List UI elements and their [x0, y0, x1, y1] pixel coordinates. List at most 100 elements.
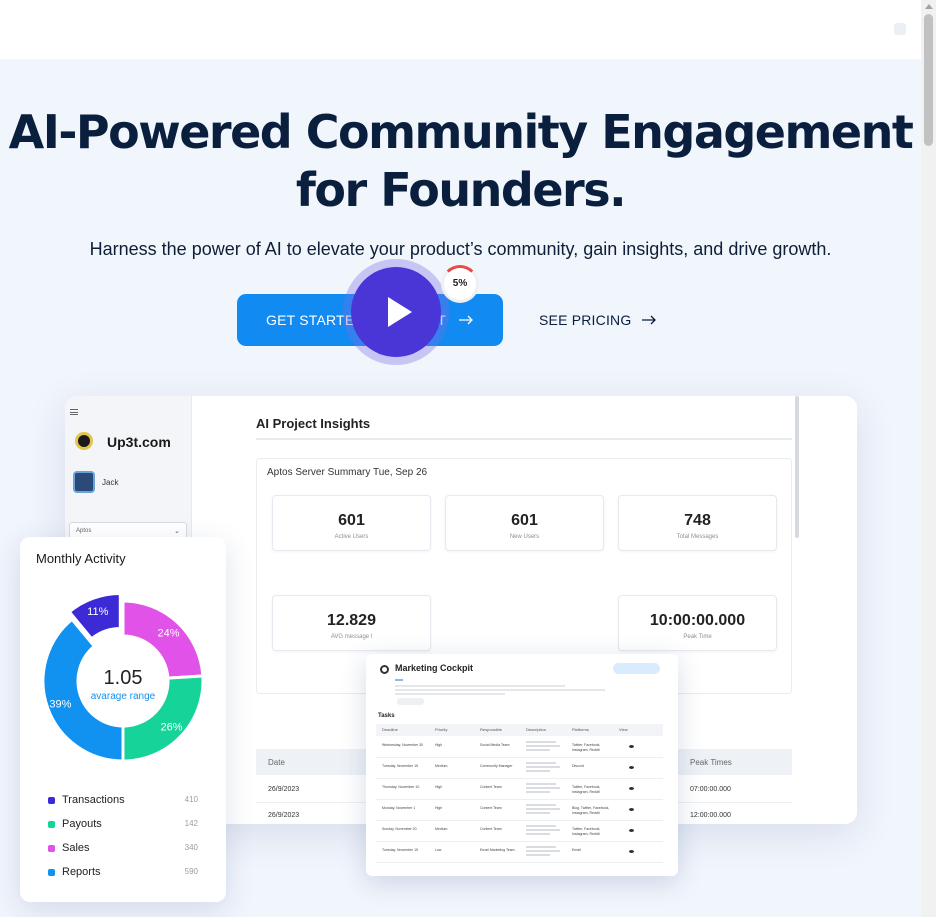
- eye-icon[interactable]: [629, 850, 634, 853]
- table-cell: Thursday, November 10: [382, 785, 420, 789]
- table-cell: Monday, November 1: [382, 806, 416, 810]
- legend-value: 410: [184, 795, 198, 804]
- table-cell: Community Manager: [480, 764, 513, 768]
- table-cell: High: [435, 785, 443, 789]
- table-cell: Social Media Team: [480, 743, 510, 747]
- legend-item: Sales 340: [48, 841, 198, 855]
- stat-value: 12.829: [327, 612, 376, 629]
- table-cell: 07:00:00.000: [690, 786, 731, 793]
- donut-slice-label: 26%: [160, 722, 182, 734]
- table-cell: Content Team: [480, 827, 502, 831]
- table-cell: Email: [572, 848, 581, 852]
- menu-toggle-icon[interactable]: [894, 23, 906, 35]
- scroll-thumb[interactable]: [924, 14, 933, 146]
- page-scrollbar[interactable]: [921, 0, 936, 917]
- chevron-down-icon: ⌄: [174, 528, 180, 535]
- tasks-table-header: Deadline Priority Responsible Descriptio…: [376, 724, 663, 736]
- tasks-label: Tasks: [378, 713, 395, 719]
- legend-value: 142: [184, 819, 198, 828]
- brand-name: Up3t.com: [107, 434, 171, 450]
- table-cell: Wednesday, November 30: [382, 743, 424, 747]
- date-tag: [397, 698, 424, 705]
- stat-value: 10:00:00.000: [649, 612, 746, 629]
- percent-indicator: 5%: [441, 265, 479, 303]
- column-header: Responsible: [480, 727, 503, 732]
- donut-slice-label: 11%: [87, 606, 108, 618]
- table-row: Tuesday, November 15 Low Email Marketing T…: [376, 842, 663, 863]
- stat-label: Total Messages: [676, 534, 719, 540]
- table-row: Tuesday, November 15 Medium Community Mana…: [376, 758, 663, 779]
- legend-label: Payouts: [62, 818, 102, 830]
- donut-slice-label: 24%: [158, 628, 180, 640]
- table-cell: Content Team: [480, 785, 502, 789]
- legend-value: 590: [184, 867, 198, 876]
- table-cell: Medium: [435, 827, 448, 831]
- table-cell: Content Team: [480, 806, 502, 810]
- subtitle-bar: [395, 679, 403, 681]
- headline-line-2: for Founders.: [295, 163, 627, 217]
- stat-label: Active Users: [334, 534, 369, 540]
- play-video-button[interactable]: [343, 259, 449, 365]
- description-text: [526, 762, 564, 772]
- see-pricing-label: SEE PRICING: [539, 312, 632, 328]
- eye-icon[interactable]: [629, 787, 634, 790]
- column-header: Peak Times: [690, 758, 732, 767]
- stat-card: 10:00:00.000 Peak Time: [618, 595, 777, 651]
- donut-center-value: 1.05: [104, 667, 143, 689]
- description-text: [526, 846, 564, 856]
- table-cell: Tuesday, November 15: [382, 848, 418, 852]
- legend-swatch: [48, 869, 55, 876]
- table-cell: Medium: [435, 764, 448, 768]
- divider: [256, 438, 792, 440]
- card-title: Monthly Activity: [36, 551, 126, 566]
- play-icon: [388, 297, 412, 327]
- legend-label: Transactions: [62, 794, 125, 806]
- server-select-value: Aptos: [76, 528, 92, 534]
- eye-icon[interactable]: [629, 745, 634, 748]
- column-header: Description: [526, 727, 547, 732]
- stat-label: New Users: [509, 534, 540, 540]
- brand-logo-icon: [75, 432, 93, 450]
- table-cell: Low: [435, 848, 442, 852]
- hero-subtitle: Harness the power of AI to elevate your …: [89, 239, 832, 259]
- table-cell: Twitter, Facebook, Instagram, Reddit: [572, 785, 601, 794]
- eye-icon[interactable]: [629, 766, 634, 769]
- description-text: [526, 825, 564, 835]
- table-cell: 12:00:00.000: [690, 812, 731, 819]
- description-bar: [395, 689, 605, 691]
- table-cell: Twitter, Facebook, Instagram, Reddit: [572, 827, 601, 836]
- description-bar: [395, 693, 505, 695]
- monthly-activity-card: Monthly Activity 24% 26% 39% 11% 1.05 avara…: [20, 537, 226, 902]
- table-cell: High: [435, 806, 443, 810]
- stat-card: 601 New Users: [445, 495, 604, 551]
- stat-value: 601: [338, 512, 365, 529]
- column-header: View: [619, 727, 628, 732]
- table-cell: Email Marketing Team: [480, 848, 515, 852]
- table-cell: Sunday, November 20: [382, 827, 417, 831]
- stat-label: Peak Time: [683, 634, 712, 640]
- play-button-inner: [351, 267, 441, 357]
- arrow-right-icon: [459, 315, 473, 325]
- dashboard-scrollbar: [795, 396, 799, 538]
- scroll-up-icon[interactable]: [925, 4, 933, 9]
- see-pricing-link[interactable]: SEE PRICING: [539, 309, 657, 331]
- eye-icon[interactable]: [629, 808, 634, 811]
- status-badge: [613, 663, 660, 674]
- legend-item: Reports 590: [48, 865, 198, 879]
- summary-title: Aptos Server Summary Tue, Sep 26: [267, 467, 428, 478]
- column-header: Platforms: [572, 727, 589, 732]
- donut-slice-label: 39%: [49, 699, 71, 711]
- stat-card: 748 Total Messages: [618, 495, 777, 551]
- top-navigation-bar: [0, 0, 921, 59]
- description-text: [526, 783, 564, 793]
- project-title: AI Project Insights: [256, 416, 371, 431]
- description-text: [526, 741, 564, 751]
- legend-swatch: [48, 845, 55, 852]
- table-cell: 26/9/2023: [268, 812, 300, 819]
- hero-headline: AI-Powered Community Engagement for Foun…: [0, 103, 921, 219]
- eye-icon[interactable]: [629, 829, 634, 832]
- description-bar: [395, 685, 565, 687]
- column-header: Date: [268, 758, 285, 767]
- legend-label: Sales: [62, 842, 90, 854]
- table-cell: High: [435, 743, 443, 747]
